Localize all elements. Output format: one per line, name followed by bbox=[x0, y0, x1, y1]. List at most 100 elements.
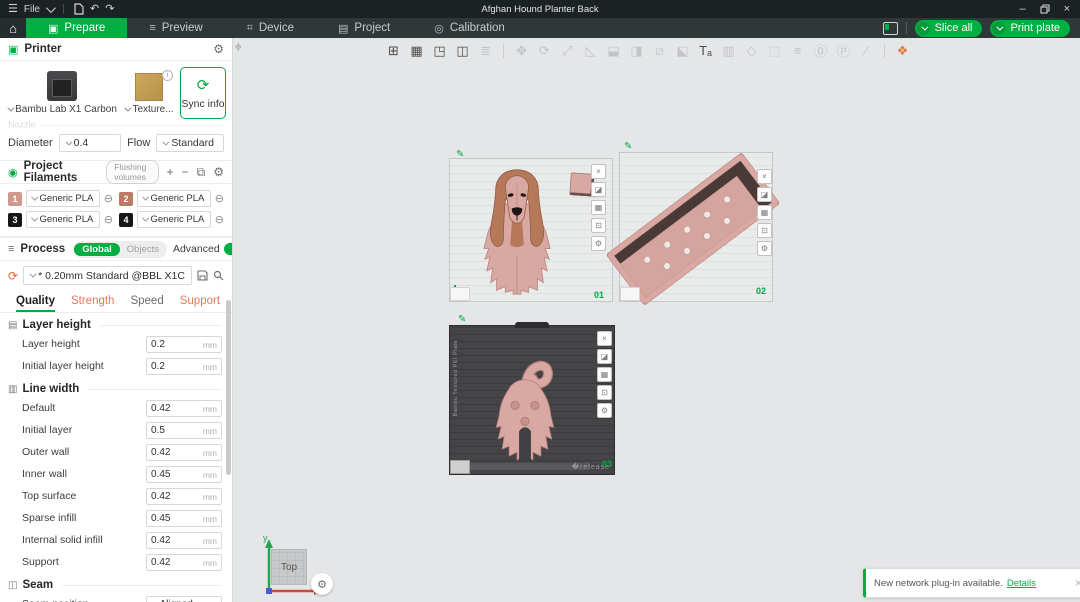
process-tab-support[interactable]: Support bbox=[172, 292, 228, 312]
tab-preview[interactable]: ≡ Preview bbox=[127, 18, 224, 38]
print-plate-button[interactable]: Print plate bbox=[990, 19, 1070, 37]
printer-select-chevron-icon[interactable] bbox=[7, 104, 15, 112]
tab-device[interactable]: ⌗ Device bbox=[225, 18, 316, 38]
process-tab-strength[interactable]: Strength bbox=[63, 292, 122, 312]
filament-color-badge[interactable]: 3 bbox=[8, 212, 22, 227]
minimize-button[interactable]: – bbox=[1019, 0, 1025, 18]
delete-plate-icon[interactable]: × bbox=[597, 331, 612, 346]
build-plate-2[interactable]: ✎ × ◪ ▦ ⊡ ⚙ 02 bbox=[606, 141, 780, 305]
model-planter-box[interactable] bbox=[606, 152, 780, 305]
undo-icon[interactable]: ↶ bbox=[90, 0, 99, 18]
printer-card[interactable]: Bambu Lab X1 Carbon bbox=[6, 67, 118, 119]
orient-plate-icon[interactable]: ◪ bbox=[597, 349, 612, 364]
preset-select[interactable]: * 0.20mm Standard @BBL X1C bbox=[23, 266, 192, 285]
plate-settings-icon[interactable]: ⚙ bbox=[591, 236, 606, 251]
setting-input[interactable]: 0.42 mm bbox=[146, 488, 222, 505]
plate-select-chevron-icon[interactable] bbox=[124, 104, 132, 112]
home-button[interactable]: ⌂ bbox=[0, 18, 26, 38]
add-plate-icon[interactable]: ▦ bbox=[406, 40, 427, 61]
assembly-icon[interactable]: ❖ bbox=[892, 40, 913, 61]
auto-orient-icon[interactable]: ◳ bbox=[429, 40, 450, 61]
tab-project[interactable]: ▤ Project bbox=[316, 18, 412, 38]
filament-remove-icon[interactable]: ⊖ bbox=[215, 192, 224, 205]
close-button[interactable]: × bbox=[1064, 0, 1070, 18]
setting-input[interactable]: 0.42 mm bbox=[146, 554, 222, 571]
tab-prepare[interactable]: ▣ Prepare bbox=[26, 18, 128, 38]
flow-select[interactable]: Standard bbox=[156, 134, 224, 152]
filament-color-badge[interactable]: 2 bbox=[119, 191, 133, 206]
add-filament-button[interactable]: + bbox=[167, 165, 174, 179]
diameter-select[interactable]: 0.4 bbox=[58, 134, 122, 152]
menu-hamburger-icon[interactable]: ☰ bbox=[8, 0, 18, 18]
setting-input[interactable]: 0.2 mm bbox=[146, 336, 222, 353]
file-menu[interactable]: File bbox=[24, 4, 40, 15]
sync-info-button[interactable]: ⟳ Sync info bbox=[180, 67, 226, 119]
sidebar-scrollbar[interactable] bbox=[226, 300, 231, 475]
lock-plate-icon[interactable]: ⊡ bbox=[757, 223, 772, 238]
setting-input[interactable]: 0.5 mm bbox=[146, 422, 222, 439]
save-preset-icon[interactable] bbox=[197, 270, 208, 281]
viewport-settings-button[interactable]: ⚙ bbox=[311, 573, 333, 595]
viewport-3d[interactable]: ‹|› ⊞ ▦ ◳ ◫ ≣ ✥ ⟳ ⤢ ◺ ⬓ ◨ ⧄ ⬕ Tₐ ▥ ◇ ⬚ ≡ ⓪ Ⓟ ∕ ❖ ✎ × ◪ ▦ ⊡ ⚙ 01 bbox=[233, 38, 1080, 602]
build-plate-3[interactable]: Bambu Textured PEI Plate �release ✎ × ◪ ▦ ⊡… bbox=[449, 314, 615, 475]
printer-settings-gear-icon[interactable]: ⚙ bbox=[213, 42, 224, 56]
print-options-chevron-icon[interactable] bbox=[992, 21, 1006, 35]
file-menu-chevron-icon[interactable] bbox=[45, 2, 56, 13]
setting-input[interactable]: 0.45 mm bbox=[146, 466, 222, 483]
filament-remove-icon[interactable]: ⊖ bbox=[104, 192, 113, 205]
nav-cube-top-face[interactable]: Top bbox=[271, 549, 307, 585]
process-tab-speed[interactable]: Speed bbox=[122, 292, 171, 312]
plate-name-tag[interactable] bbox=[450, 460, 470, 474]
plate-settings-icon[interactable]: ⚙ bbox=[597, 403, 612, 418]
flushing-volumes-button[interactable]: Flushing volumes bbox=[106, 160, 159, 184]
scope-objects-option[interactable]: Objects bbox=[120, 243, 166, 256]
filament-select[interactable]: Generic PLA bbox=[26, 190, 100, 207]
delete-plate-icon[interactable]: × bbox=[591, 164, 606, 179]
orient-plate-icon[interactable]: ◪ bbox=[591, 182, 606, 197]
redo-icon[interactable]: ↷ bbox=[105, 0, 114, 18]
filament-remove-icon[interactable]: ⊖ bbox=[104, 213, 113, 226]
filament-color-badge[interactable]: 1 bbox=[8, 191, 22, 206]
filament-remove-icon[interactable]: ⊖ bbox=[215, 213, 224, 226]
filament-settings-gear-icon[interactable]: ⚙ bbox=[213, 165, 224, 179]
filament-sync-icon[interactable]: ⧉ bbox=[197, 165, 206, 180]
search-settings-icon[interactable] bbox=[213, 270, 224, 281]
remove-filament-button[interactable]: − bbox=[182, 165, 189, 179]
lock-plate-icon[interactable]: ⊡ bbox=[597, 385, 612, 400]
scope-global-option[interactable]: Global bbox=[74, 242, 120, 256]
plate-name-tag[interactable] bbox=[450, 287, 470, 301]
plate-name-tag[interactable] bbox=[620, 287, 640, 301]
setting-select[interactable]: Aligned bbox=[146, 596, 222, 602]
preset-modified-icon[interactable]: ⟳ bbox=[8, 269, 18, 283]
model-afghan-hound-front[interactable] bbox=[467, 163, 567, 299]
new-project-icon[interactable] bbox=[74, 3, 84, 15]
tab-calibration[interactable]: ◎ Calibration bbox=[412, 18, 527, 38]
setting-input[interactable]: 0.2 mm bbox=[146, 358, 222, 375]
setting-input[interactable]: 0.42 mm bbox=[146, 532, 222, 549]
advanced-toggle[interactable] bbox=[223, 243, 232, 255]
plate-edit-pencil-icon[interactable]: ✎ bbox=[456, 149, 464, 160]
plate-edit-pencil-icon[interactable]: ✎ bbox=[624, 141, 632, 152]
collapse-sidebar-icon[interactable]: ‹|› bbox=[235, 41, 241, 51]
build-plate-card[interactable]: i Texture... bbox=[122, 67, 176, 119]
notification-close-icon[interactable]: × bbox=[1075, 576, 1080, 590]
setting-input[interactable]: 0.42 mm bbox=[146, 444, 222, 461]
orient-plate-icon[interactable]: ◪ bbox=[757, 187, 772, 202]
plate-info-icon[interactable]: i bbox=[162, 70, 173, 81]
filament-select[interactable]: Generic PLA bbox=[137, 190, 211, 207]
build-plate-1[interactable]: ✎ × ◪ ▦ ⊡ ⚙ 01 bbox=[449, 149, 613, 302]
slice-all-button[interactable]: Slice all bbox=[914, 19, 983, 37]
model-afghan-hound-back[interactable] bbox=[490, 348, 560, 462]
arrange-all-icon[interactable]: ◫ bbox=[452, 40, 473, 61]
filament-select[interactable]: Generic PLA bbox=[137, 211, 211, 228]
maximize-button[interactable] bbox=[1040, 4, 1050, 14]
plate-edit-pencil-icon[interactable]: ✎ bbox=[458, 314, 466, 325]
arrange-plate-icon[interactable]: ▦ bbox=[591, 200, 606, 215]
slice-options-chevron-icon[interactable] bbox=[916, 21, 930, 35]
setting-input[interactable]: 0.42 mm bbox=[146, 400, 222, 417]
setting-input[interactable]: 0.45 mm bbox=[146, 510, 222, 527]
process-scope-toggle[interactable]: Global Objects bbox=[73, 240, 167, 258]
add-object-icon[interactable]: ⊞ bbox=[383, 40, 404, 61]
filament-color-badge[interactable]: 4 bbox=[119, 212, 133, 227]
text-tool-icon[interactable]: Tₐ bbox=[695, 40, 716, 61]
